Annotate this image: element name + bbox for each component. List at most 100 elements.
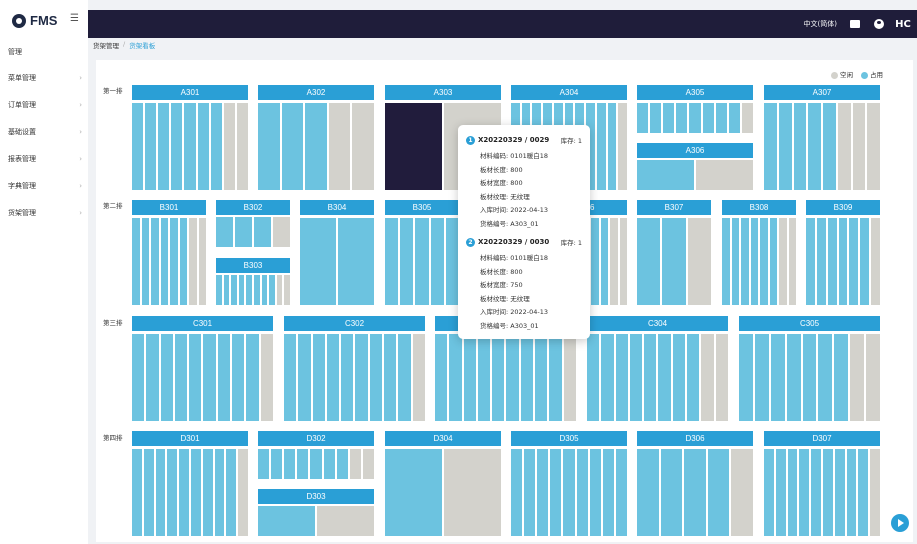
slot-used[interactable] [816,218,826,305]
slot-empty[interactable] [236,103,248,190]
slot-used[interactable] [174,334,188,421]
slot-used[interactable] [849,218,859,305]
slot-used[interactable] [223,275,230,305]
slot-empty[interactable] [260,334,273,421]
rack-b305[interactable]: B305 [385,200,460,305]
sidebar-item-dictionary[interactable]: 字典管理 › [8,179,82,193]
slot-empty[interactable] [701,334,714,421]
rack-a307[interactable]: A307 [764,85,880,190]
slot-used[interactable] [728,103,740,133]
slot-used[interactable] [637,160,694,190]
slot-used[interactable] [537,449,549,536]
slot-used[interactable] [637,449,659,536]
rack-d303[interactable]: D303 [258,489,374,536]
slot-used[interactable] [563,449,575,536]
slot-used[interactable] [305,103,327,190]
slot-used[interactable] [232,334,245,421]
rack-b301[interactable]: B301 [132,200,206,305]
slot-used[interactable] [238,275,245,305]
slot-used[interactable] [793,103,807,190]
slot-used[interactable] [524,449,536,536]
slot-used[interactable] [132,334,145,421]
slot-used[interactable] [806,218,815,305]
rack-d305[interactable]: D305 [511,431,627,536]
slot-used[interactable] [672,334,686,421]
slot-selected[interactable] [385,103,442,190]
slot-used[interactable] [658,334,671,421]
breadcrumb-parent[interactable]: 货架管理 [93,40,119,50]
slot-used[interactable] [385,449,442,536]
slot-used[interactable] [202,449,213,536]
slot-used[interactable] [615,334,628,421]
slot-used[interactable] [235,217,252,247]
slot-used[interactable] [246,334,259,421]
slot-used[interactable] [190,449,201,536]
slot-used[interactable] [802,334,817,421]
rack-b309[interactable]: B309 [806,200,881,305]
slot-used[interactable] [600,218,608,305]
slot-empty[interactable] [444,449,501,536]
slot-used[interactable] [355,334,368,421]
slot-used[interactable] [684,449,706,536]
slot-empty[interactable] [328,103,351,190]
slot-used[interactable] [823,103,836,190]
slot-used[interactable] [660,449,683,536]
user-icon[interactable] [873,18,885,30]
slot-used[interactable] [769,218,777,305]
slot-used[interactable] [179,449,189,536]
slot-used[interactable] [326,334,340,421]
slot-used[interactable] [179,218,187,305]
rack-d304[interactable]: D304 [385,431,501,536]
slot-used[interactable] [549,334,562,421]
slot-used[interactable] [702,103,714,133]
slot-used[interactable] [770,334,785,421]
slot-used[interactable] [689,103,701,133]
slot-used[interactable] [687,334,700,421]
slot-used[interactable] [385,218,399,305]
slot-used[interactable] [297,449,309,479]
slot-used[interactable] [258,506,315,536]
slot-used[interactable] [637,103,649,133]
slot-used[interactable] [775,449,786,536]
slot-used[interactable] [310,449,322,479]
rack-c301[interactable]: C301 [132,316,273,421]
slot-used[interactable] [637,218,661,305]
slot-used[interactable] [336,449,348,479]
slot-used[interactable] [576,449,588,536]
rack-d302[interactable]: D302 [258,431,374,479]
slot-empty[interactable] [238,449,248,536]
rack-c304[interactable]: C304 [587,316,728,421]
slot-used[interactable] [258,449,270,479]
slot-empty[interactable] [223,103,235,190]
slot-used[interactable] [764,103,777,190]
slot-empty[interactable] [788,218,796,305]
slot-used[interactable] [338,218,374,305]
slot-used[interactable] [799,449,810,536]
slot-used[interactable] [184,103,196,190]
slot-empty[interactable] [349,449,361,479]
slot-used[interactable] [834,449,845,536]
slot-empty[interactable] [850,334,865,421]
slot-used[interactable] [715,103,727,133]
slot-used[interactable] [281,103,304,190]
slot-used[interactable] [271,449,283,479]
rack-a305[interactable]: A305 [637,85,753,133]
slot-used[interactable] [216,275,222,305]
sidebar-item-orders[interactable]: 订单管理 › [8,98,82,112]
slot-used[interactable] [246,275,252,305]
slot-used[interactable] [601,334,614,421]
slot-used[interactable] [143,449,154,536]
mail-icon[interactable] [849,18,861,30]
slot-used[interactable] [132,218,140,305]
slot-used[interactable] [400,218,414,305]
rack-a306[interactable]: A306 [637,143,753,190]
slot-used[interactable] [146,334,159,421]
slot-used[interactable] [492,334,505,421]
slot-empty[interactable] [362,449,374,479]
slot-used[interactable] [860,218,870,305]
sidebar-item-reports[interactable]: 报表管理 › [8,152,82,166]
slot-used[interactable] [629,334,643,421]
slot-used[interactable] [258,103,280,190]
slot-used[interactable] [284,449,296,479]
slot-used[interactable] [506,334,519,421]
